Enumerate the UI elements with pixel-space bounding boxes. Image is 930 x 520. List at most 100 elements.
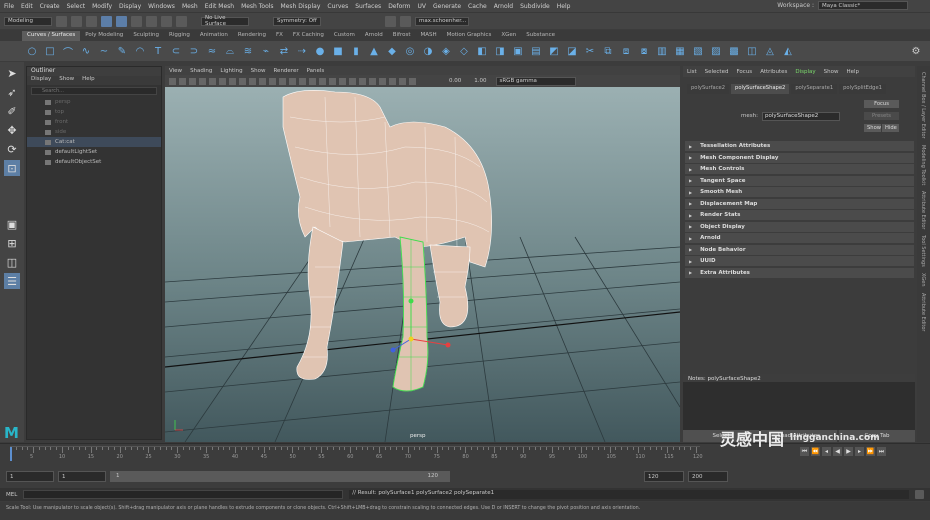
- trim-icon[interactable]: ✂: [584, 45, 596, 57]
- script-language-label[interactable]: MEL: [6, 492, 17, 498]
- stitch-icon[interactable]: ◫: [746, 45, 758, 57]
- move-tool-icon[interactable]: ✥: [4, 122, 20, 138]
- arc-icon[interactable]: ◠: [134, 45, 146, 57]
- shelf-tab-fx-caching[interactable]: FX Caching: [288, 31, 329, 41]
- menu-create[interactable]: Create: [40, 3, 60, 10]
- align-surfaces-icon[interactable]: ▥: [656, 45, 668, 57]
- shadows-icon[interactable]: [329, 77, 336, 85]
- extrude-icon[interactable]: ◧: [476, 45, 488, 57]
- outliner-item[interactable]: side: [27, 127, 161, 137]
- planar-icon[interactable]: ◇: [458, 45, 470, 57]
- convert-icon[interactable]: ◭: [782, 45, 794, 57]
- select-object-icon[interactable]: [116, 15, 127, 27]
- field-chart-icon[interactable]: [249, 77, 256, 85]
- menu-select[interactable]: Select: [67, 3, 86, 10]
- two-pane-layout-icon[interactable]: ◫: [4, 254, 20, 270]
- menu-modify[interactable]: Modify: [92, 3, 112, 10]
- exposure-value[interactable]: 0.00: [449, 78, 461, 84]
- shelf-tab-animation[interactable]: Animation: [195, 31, 233, 41]
- torus-icon[interactable]: ◎: [404, 45, 416, 57]
- untrim-icon[interactable]: ⧉: [602, 45, 614, 57]
- bevel-icon[interactable]: ◩: [548, 45, 560, 57]
- loft-icon[interactable]: ◈: [440, 45, 452, 57]
- side-tab-xgen[interactable]: XGen: [920, 273, 926, 287]
- ae-menu-list[interactable]: List: [687, 69, 697, 75]
- paint-select-icon[interactable]: ✐: [4, 103, 20, 119]
- camera-select-icon[interactable]: [169, 77, 176, 85]
- birail-icon[interactable]: ◨: [494, 45, 506, 57]
- depth-of-field-icon[interactable]: [369, 77, 376, 85]
- shelf-tab-fx[interactable]: FX: [271, 31, 288, 41]
- bezier-curve-icon[interactable]: ∼: [98, 45, 110, 57]
- outliner-item[interactable]: defaultLightSet: [27, 147, 161, 157]
- wireframe-on-shaded-icon[interactable]: [299, 77, 306, 85]
- menu-windows[interactable]: Windows: [148, 3, 175, 10]
- intersect-icon[interactable]: ◪: [566, 45, 578, 57]
- focus-button[interactable]: Focus: [864, 100, 899, 108]
- menu-help[interactable]: Help: [557, 3, 571, 10]
- menu-edit-mesh[interactable]: Edit Mesh: [205, 3, 234, 10]
- ae-menu-focus[interactable]: Focus: [736, 69, 752, 75]
- menu-arnold[interactable]: Arnold: [494, 3, 513, 10]
- viewport-menu-shading[interactable]: Shading: [190, 68, 212, 74]
- outliner-item[interactable]: front: [27, 117, 161, 127]
- outliner-item[interactable]: defaultObjectSet: [27, 157, 161, 167]
- symmetry-dropdown[interactable]: Symmetry: Off: [273, 16, 321, 26]
- range-slider[interactable]: 1 120: [110, 471, 450, 482]
- extend-surface-icon[interactable]: ▨: [710, 45, 722, 57]
- offset-curve-icon[interactable]: ≋: [242, 45, 254, 57]
- ep-curve-icon[interactable]: ⌒: [62, 45, 74, 59]
- notes-area[interactable]: [683, 374, 915, 430]
- ae-menu-show[interactable]: Show: [824, 69, 839, 75]
- cone-icon[interactable]: ▲: [368, 45, 380, 57]
- render-icon[interactable]: [385, 15, 396, 27]
- outliner-item[interactable]: Cat:cat: [27, 137, 161, 147]
- ae-tab-polysplitedge1[interactable]: polySplitEdge1: [839, 84, 886, 94]
- cat-mesh[interactable]: [282, 90, 492, 392]
- menu-mesh[interactable]: Mesh: [182, 3, 198, 10]
- resolution-gate-icon[interactable]: [229, 77, 236, 85]
- text-curve-icon[interactable]: T: [152, 45, 164, 57]
- menu-display[interactable]: Display: [119, 3, 141, 10]
- ae-tab-polysurface2[interactable]: polySurface2: [687, 84, 730, 94]
- ae-section-tessellation-attributes[interactable]: Tessellation Attributes: [685, 141, 914, 151]
- side-tab-tool-settings[interactable]: Tool Settings: [920, 235, 926, 267]
- ae-section-extra-attributes[interactable]: Extra Attributes: [685, 267, 914, 278]
- ae-menu-attributes[interactable]: Attributes: [760, 69, 787, 75]
- menu-file[interactable]: File: [4, 3, 14, 10]
- shelf-tab-poly-modeling[interactable]: Poly Modeling: [80, 31, 128, 41]
- boundary-icon[interactable]: ▣: [512, 45, 524, 57]
- ae-section-displacement-map[interactable]: Displacement Map: [685, 198, 914, 209]
- outliner-item[interactable]: top: [27, 107, 161, 117]
- viewport-3d[interactable]: persp: [165, 87, 680, 442]
- shelf-settings-icon[interactable]: ⚙: [910, 45, 922, 57]
- start-time-field[interactable]: 1: [6, 471, 54, 482]
- menu-subdivide[interactable]: Subdivide: [520, 3, 550, 10]
- current-time-indicator[interactable]: [10, 447, 12, 461]
- outliner-menu-show[interactable]: Show: [59, 76, 74, 85]
- select-component-icon[interactable]: [131, 15, 142, 27]
- ae-section-render-stats[interactable]: Render Stats: [685, 210, 914, 220]
- detach-surfaces-icon[interactable]: ⧇: [638, 45, 650, 57]
- ae-tab-polysurfaceshape2[interactable]: polySurfaceShape2: [731, 84, 790, 94]
- menu-deform[interactable]: Deform: [388, 3, 410, 10]
- pencil-curve-icon[interactable]: ✎: [116, 45, 128, 57]
- ae-section-mesh-controls[interactable]: Mesh Controls: [685, 164, 914, 174]
- shelf-tab-substance[interactable]: Substance: [521, 31, 560, 41]
- timeline-ruler[interactable]: 5 10 15 20 25 30 35 40 45 50 55 60 65 70 75 80 85 90 95 100…: [10, 446, 703, 462]
- lights-icon[interactable]: [319, 77, 326, 85]
- script-editor-icon[interactable]: [915, 490, 924, 499]
- menu-edit[interactable]: Edit: [21, 3, 33, 10]
- viewport-menu-view[interactable]: View: [169, 68, 182, 74]
- select-tool-icon[interactable]: ➤: [4, 65, 20, 81]
- menu-uv[interactable]: UV: [418, 3, 427, 10]
- open-scene-icon[interactable]: [71, 15, 82, 27]
- lasso-tool-icon[interactable]: ➶: [4, 84, 20, 100]
- side-tab-attribute-editor[interactable]: Attribute Editor: [920, 293, 926, 331]
- save-scene-icon[interactable]: [86, 15, 97, 27]
- ipr-render-icon[interactable]: [400, 15, 411, 27]
- ae-section-mesh-component-display[interactable]: Mesh Component Display: [685, 152, 914, 163]
- outliner-menu-display[interactable]: Display: [31, 76, 51, 85]
- grid-toggle-icon[interactable]: [209, 77, 216, 85]
- safe-title-icon[interactable]: [269, 77, 276, 85]
